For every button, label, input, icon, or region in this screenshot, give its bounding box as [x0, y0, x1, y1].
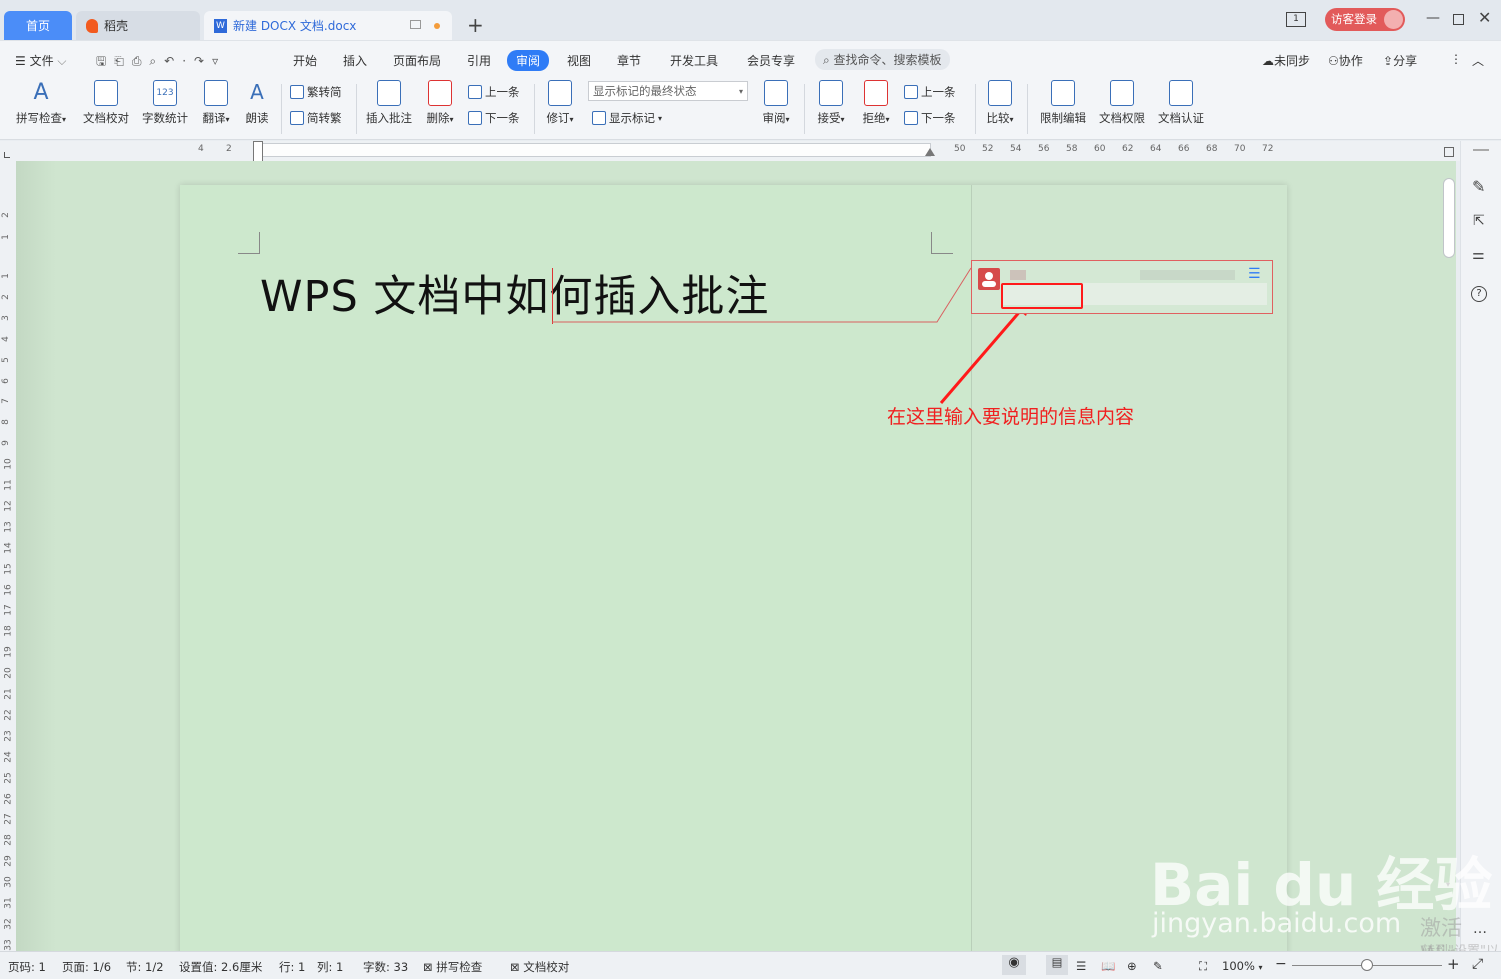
status-setting[interactable]: 设置值: 2.6厘米 — [179, 959, 262, 975]
annotation-text: 在这里输入要说明的信息内容 — [887, 406, 1135, 428]
comment-connector — [552, 267, 1034, 404]
status-row[interactable]: 行: 1 — [279, 959, 305, 975]
zoom-level[interactable]: 100% ▾ — [1222, 959, 1263, 973]
sidebar-handle — [1473, 149, 1489, 151]
status-spell-check[interactable]: ⊠ 拼写检查 — [423, 959, 482, 975]
status-proofread[interactable]: ⊠ 文档校对 — [510, 959, 569, 975]
zoom-slider-thumb[interactable] — [1361, 959, 1373, 971]
save-icon[interactable] — [1444, 147, 1454, 157]
fullscreen-icon[interactable]: ⤢ — [1472, 956, 1483, 972]
comment-author-blurred — [1010, 270, 1026, 280]
status-proof-label: 文档校对 — [523, 960, 570, 974]
pen-icon[interactable]: ✎ — [1472, 177, 1485, 196]
cursor-select-icon[interactable]: ⇱ — [1473, 213, 1485, 229]
baidu-url-watermark: jingyan.baidu.com — [1152, 908, 1402, 939]
status-page[interactable]: 页面: 1/6 — [62, 959, 111, 975]
zoom-value: 100% — [1222, 959, 1255, 973]
person-icon — [982, 272, 996, 287]
help-icon[interactable]: ? — [1471, 286, 1487, 302]
status-pagenum[interactable]: 页码: 1 — [8, 959, 46, 975]
status-section[interactable]: 节: 1/2 — [126, 959, 164, 975]
status-wordcount[interactable]: 字数: 33 — [363, 959, 408, 975]
right-sidebar: ✎ ⇱ ⚌ ? … — [1460, 141, 1501, 951]
checkbox-icon: ⊠ — [510, 960, 524, 974]
zoom-out-button[interactable]: − — [1275, 956, 1287, 972]
fit-page-icon[interactable]: ⛶ — [1199, 959, 1207, 974]
comment-menu-icon[interactable]: ☰ — [1248, 266, 1261, 282]
web-view-icon[interactable]: ⊕ — [1127, 959, 1137, 973]
write-view-icon[interactable]: ✎ — [1153, 959, 1163, 973]
checkbox-icon: ⊠ — [423, 960, 437, 974]
vertical-scrollbar[interactable] — [1443, 178, 1455, 258]
status-spell-label: 拼写检查 — [436, 960, 483, 974]
settings-sliders-icon[interactable]: ⚌ — [1472, 247, 1485, 263]
eye-protect-icon[interactable]: ◉ — [1002, 955, 1026, 975]
page-view-icon[interactable]: ▤ — [1046, 955, 1068, 975]
read-view-icon[interactable]: 📖 — [1101, 959, 1115, 973]
comment-time-blurred — [1140, 270, 1235, 280]
comment-user-avatar — [978, 268, 1000, 290]
highlight-box — [1001, 283, 1083, 309]
zoom-in-button[interactable]: + — [1447, 955, 1460, 973]
outline-view-icon[interactable]: ☰ — [1076, 959, 1086, 973]
status-bar: 页码: 1 页面: 1/6 节: 1/2 设置值: 2.6厘米 行: 1 列: … — [0, 951, 1501, 979]
status-col[interactable]: 列: 1 — [317, 959, 343, 975]
